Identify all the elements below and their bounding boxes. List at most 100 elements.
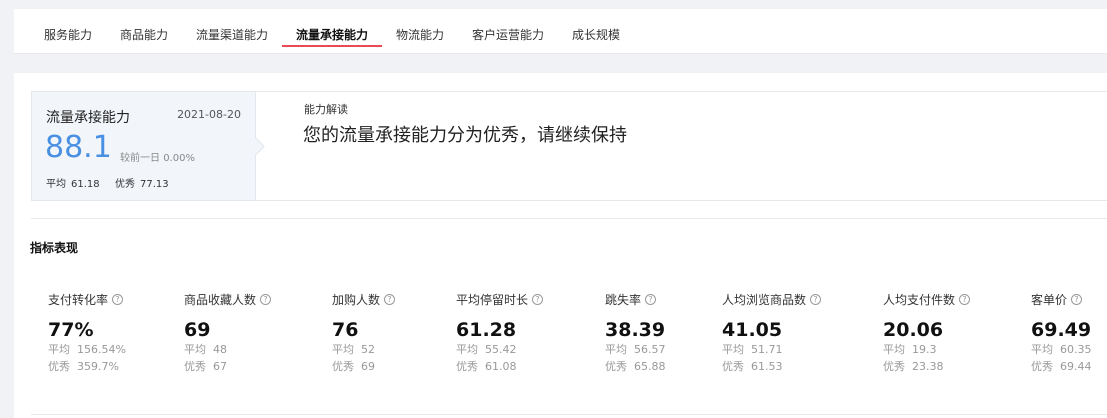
question-circle-icon[interactable]: ? bbox=[810, 294, 822, 305]
metric-average-label: 平均 bbox=[332, 343, 354, 356]
metric-value: 77% bbox=[48, 319, 94, 341]
metric-excellent-label: 优秀 bbox=[332, 360, 354, 373]
metric-average-label: 平均 bbox=[456, 343, 478, 356]
metric-average-label: 平均 bbox=[722, 343, 744, 356]
metric-name-row: 人均浏览商品数? bbox=[722, 291, 862, 308]
question-circle-icon[interactable]: ? bbox=[112, 294, 124, 305]
metric-excellent-value: 69.44 bbox=[1060, 360, 1092, 373]
ability-tabs: 服务能力 商品能力 流量渠道能力 流量承接能力 物流能力 客户运营能力 成长规模 bbox=[14, 9, 1107, 54]
tab-traffic-channel[interactable]: 流量渠道能力 bbox=[196, 26, 268, 43]
metric-excellent-value: 23.38 bbox=[912, 360, 944, 373]
metric-excellent-value: 359.7% bbox=[77, 360, 119, 373]
question-circle-icon[interactable]: ? bbox=[260, 294, 272, 305]
metric-value: 69.49 bbox=[1031, 319, 1092, 341]
metric-average-value: 52 bbox=[361, 343, 375, 356]
metric-value: 41.05 bbox=[722, 319, 783, 341]
question-circle-icon[interactable]: ? bbox=[959, 294, 971, 305]
metric-average-value: 56.57 bbox=[634, 343, 666, 356]
metric-average-row: 平均 51.71 bbox=[722, 341, 862, 358]
metrics-section-title: 指标表现 bbox=[30, 241, 79, 255]
metric-value: 61.28 bbox=[456, 319, 517, 341]
metric-average-label: 平均 bbox=[48, 343, 70, 356]
metric-average-row: 平均 52 bbox=[332, 341, 472, 358]
tab-traffic-conversion[interactable]: 流量承接能力 bbox=[296, 26, 368, 43]
metric-value: 69 bbox=[184, 319, 211, 341]
tab-growth-scale[interactable]: 成长规模 bbox=[572, 26, 620, 43]
score-excellent: 优秀 77.13 bbox=[115, 175, 169, 190]
metric-name: 支付转化率 bbox=[48, 293, 109, 307]
metric-card: 商品收藏人数? 69 平均 48 优秀 67 bbox=[184, 291, 324, 375]
metric-name: 商品收藏人数 bbox=[184, 293, 257, 307]
metric-excellent-value: 69 bbox=[361, 360, 375, 373]
main-panel: 流量承接能力 2021-08-20 88.1 较前一日 0.00% 平均 61.1… bbox=[14, 73, 1107, 418]
metric-name-row: 加购人数? bbox=[332, 291, 472, 308]
metric-excellent-row: 优秀 23.38 bbox=[883, 358, 1023, 375]
metric-average-label: 平均 bbox=[1031, 343, 1053, 356]
metric-excellent-row: 优秀 69.44 bbox=[1031, 358, 1107, 375]
interpretation-text: 您的流量承接能力分为优秀，请继续保持 bbox=[303, 125, 627, 146]
metric-name: 人均支付件数 bbox=[883, 293, 956, 307]
tab-logistics[interactable]: 物流能力 bbox=[396, 26, 444, 43]
metric-average-row: 平均 55.42 bbox=[456, 341, 596, 358]
average-label: 平均 bbox=[46, 179, 66, 190]
metric-average-value: 60.35 bbox=[1060, 343, 1092, 356]
metric-average-label: 平均 bbox=[605, 343, 627, 356]
metric-excellent-row: 优秀 61.08 bbox=[456, 358, 596, 375]
score-card-title: 流量承接能力 bbox=[46, 110, 130, 126]
compare-previous-day: 较前一日 0.00% bbox=[120, 149, 195, 164]
metric-name: 客单价 bbox=[1031, 293, 1068, 307]
metric-excellent-label: 优秀 bbox=[456, 360, 478, 373]
tab-service[interactable]: 服务能力 bbox=[44, 26, 92, 43]
metric-excellent-row: 优秀 359.7% bbox=[48, 358, 188, 375]
metric-average-row: 平均 60.35 bbox=[1031, 341, 1107, 358]
metric-excellent-label: 优秀 bbox=[184, 360, 206, 373]
metric-name: 人均浏览商品数 bbox=[722, 293, 807, 307]
metric-excellent-row: 优秀 67 bbox=[184, 358, 324, 375]
score-card: 流量承接能力 2021-08-20 88.1 较前一日 0.00% 平均 61.1… bbox=[31, 91, 256, 201]
score-average: 平均 61.18 bbox=[46, 175, 100, 190]
active-tab-indicator bbox=[282, 45, 382, 47]
metric-excellent-label: 优秀 bbox=[1031, 360, 1053, 373]
metric-excellent-label: 优秀 bbox=[722, 360, 744, 373]
metric-average-row: 平均 19.3 bbox=[883, 341, 1023, 358]
metric-excellent-label: 优秀 bbox=[883, 360, 905, 373]
metric-name-row: 客单价? bbox=[1031, 291, 1107, 308]
metric-card: 支付转化率? 77% 平均 156.54% 优秀 359.7% bbox=[48, 291, 188, 375]
question-circle-icon[interactable]: ? bbox=[384, 294, 396, 305]
interpretation-label: 能力解读 bbox=[304, 103, 348, 116]
metric-name-row: 人均支付件数? bbox=[883, 291, 1023, 308]
metric-excellent-label: 优秀 bbox=[605, 360, 627, 373]
metric-excellent-label: 优秀 bbox=[48, 360, 70, 373]
metric-name-row: 商品收藏人数? bbox=[184, 291, 324, 308]
metric-average-value: 48 bbox=[213, 343, 227, 356]
metric-average-row: 平均 156.54% bbox=[48, 341, 188, 358]
metric-name-row: 平均停留时长? bbox=[456, 291, 596, 308]
metric-card: 客单价? 69.49 平均 60.35 优秀 69.44 bbox=[1031, 291, 1107, 375]
metric-name: 跳失率 bbox=[605, 293, 642, 307]
metric-name: 加购人数 bbox=[332, 293, 381, 307]
metric-card: 加购人数? 76 平均 52 优秀 69 bbox=[332, 291, 472, 375]
metric-name: 平均停留时长 bbox=[456, 293, 529, 307]
metric-average-label: 平均 bbox=[883, 343, 905, 356]
compare-label: 较前一日 bbox=[120, 153, 160, 164]
metric-value: 20.06 bbox=[883, 319, 944, 341]
question-circle-icon[interactable]: ? bbox=[532, 294, 544, 305]
metric-excellent-value: 61.08 bbox=[485, 360, 517, 373]
score-date: 2021-08-20 bbox=[177, 108, 241, 121]
tab-product[interactable]: 商品能力 bbox=[120, 26, 168, 43]
metric-average-value: 156.54% bbox=[77, 343, 126, 356]
compare-value: 0.00% bbox=[163, 153, 195, 164]
average-value: 61.18 bbox=[71, 179, 100, 190]
metric-card: 平均停留时长? 61.28 平均 55.42 优秀 61.08 bbox=[456, 291, 596, 375]
metric-excellent-row: 优秀 61.53 bbox=[722, 358, 862, 375]
metric-excellent-row: 优秀 69 bbox=[332, 358, 472, 375]
excellent-value: 77.13 bbox=[140, 179, 169, 190]
metric-name-row: 支付转化率? bbox=[48, 291, 188, 308]
metric-excellent-value: 65.88 bbox=[634, 360, 666, 373]
question-circle-icon[interactable]: ? bbox=[1071, 294, 1083, 305]
metric-average-value: 51.71 bbox=[751, 343, 783, 356]
question-circle-icon[interactable]: ? bbox=[645, 294, 657, 305]
bottom-divider bbox=[31, 414, 1107, 415]
excellent-label: 优秀 bbox=[115, 179, 135, 190]
tab-customer-operation[interactable]: 客户运营能力 bbox=[472, 26, 544, 43]
